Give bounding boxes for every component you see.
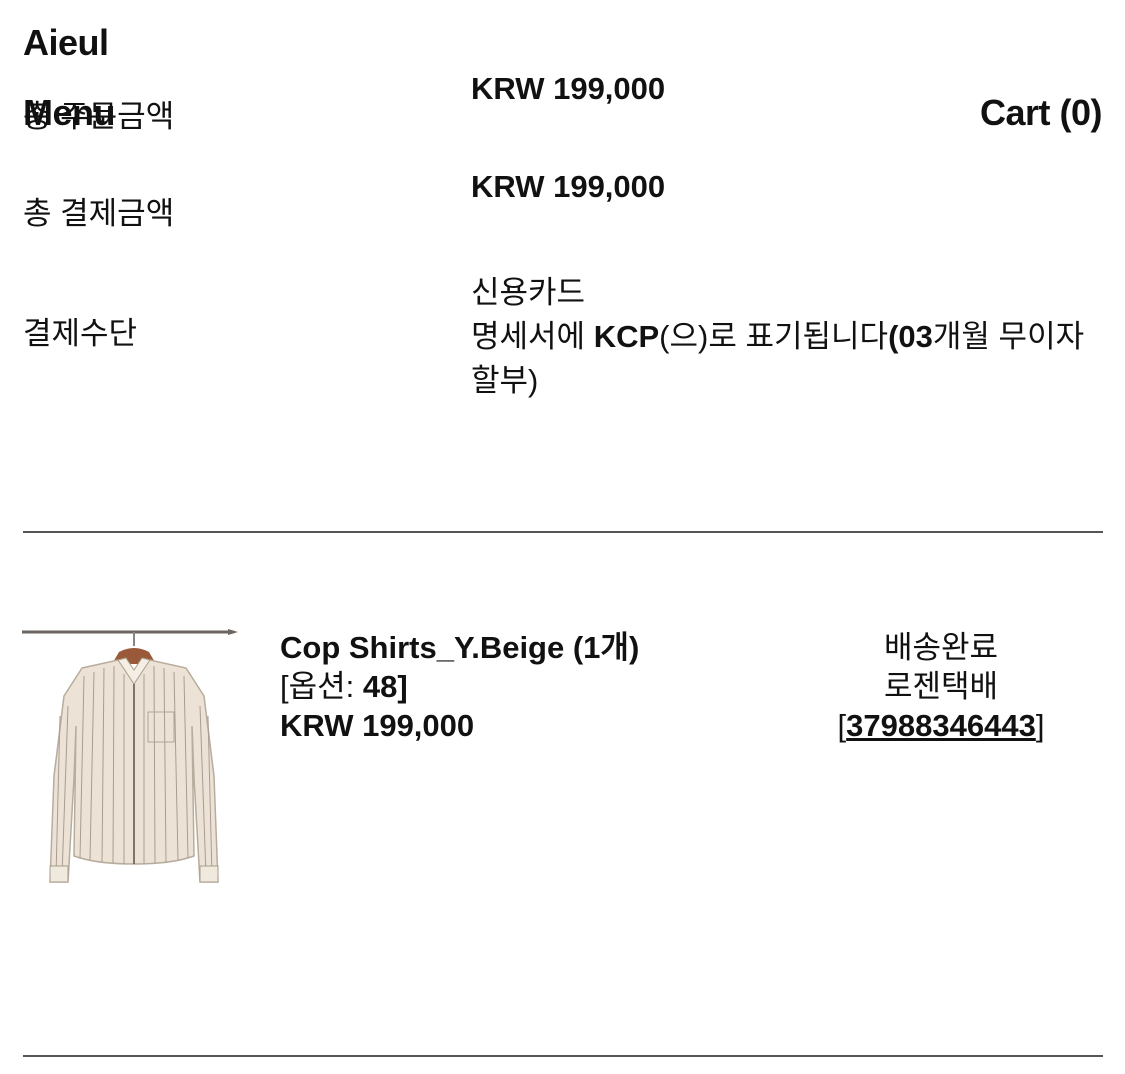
brand-logo[interactable]: Aieul bbox=[23, 22, 109, 64]
courier-name: 로젠택배 bbox=[883, 669, 999, 704]
menu-button[interactable]: Menu bbox=[23, 92, 116, 134]
product-option-value: 48] bbox=[362, 669, 408, 704]
tracking-info: [37988346443] bbox=[800, 706, 1082, 745]
product-info: Cop Shirts_Y.Beige (1개) [옵션: 48] KRW 199… bbox=[280, 628, 639, 745]
payment-method-card: 신용카드 bbox=[471, 275, 586, 310]
product-quantity-unit: 개) bbox=[600, 630, 640, 665]
order-total-value: KRW 199,000 bbox=[471, 71, 666, 106]
tracking-bracket-close: ] bbox=[1035, 708, 1045, 743]
payment-statement-company: KCP bbox=[593, 319, 660, 354]
payment-method-label: 결제수단 bbox=[23, 316, 138, 351]
shipping-info: 배송완료 로젠택배 [37988346443] bbox=[800, 628, 1082, 745]
section-divider-top bbox=[23, 531, 1103, 533]
payment-statement-installment: (03 bbox=[888, 319, 933, 354]
product-image[interactable] bbox=[22, 626, 238, 892]
shirt-on-hanger-image bbox=[22, 629, 238, 883]
payment-total-label: 총 결제금액 bbox=[23, 196, 175, 231]
section-divider-bottom bbox=[23, 1055, 1103, 1057]
tracking-bracket-open: [ bbox=[837, 708, 847, 743]
payment-statement-mid: (으)로 표기됩니다 bbox=[659, 319, 889, 354]
payment-statement-prefix: 명세서에 bbox=[471, 319, 586, 354]
product-name[interactable]: Cop Shirts_Y.Beige (1개) bbox=[280, 628, 639, 667]
product-option-label: [옵션: bbox=[280, 669, 355, 704]
shipping-status: 배송완료 bbox=[883, 630, 999, 665]
product-name-text[interactable]: Cop Shirts_Y.Beige (1 bbox=[280, 630, 600, 665]
product-price: KRW 199,000 bbox=[280, 708, 475, 743]
payment-method-details: 신용카드 명세서에 KCP(으)로 표기됩니다(03개월 무이자 할부) bbox=[471, 271, 1101, 403]
tracking-number-link[interactable]: 37988346443 bbox=[846, 708, 1036, 743]
cart-button[interactable]: Cart (0) bbox=[980, 92, 1103, 134]
payment-total-value: KRW 199,000 bbox=[471, 169, 666, 204]
product-option: [옵션: 48] bbox=[280, 667, 639, 706]
payment-statement: 명세서에 KCP(으)로 표기됩니다(03개월 무이자 할부) bbox=[471, 315, 1101, 403]
